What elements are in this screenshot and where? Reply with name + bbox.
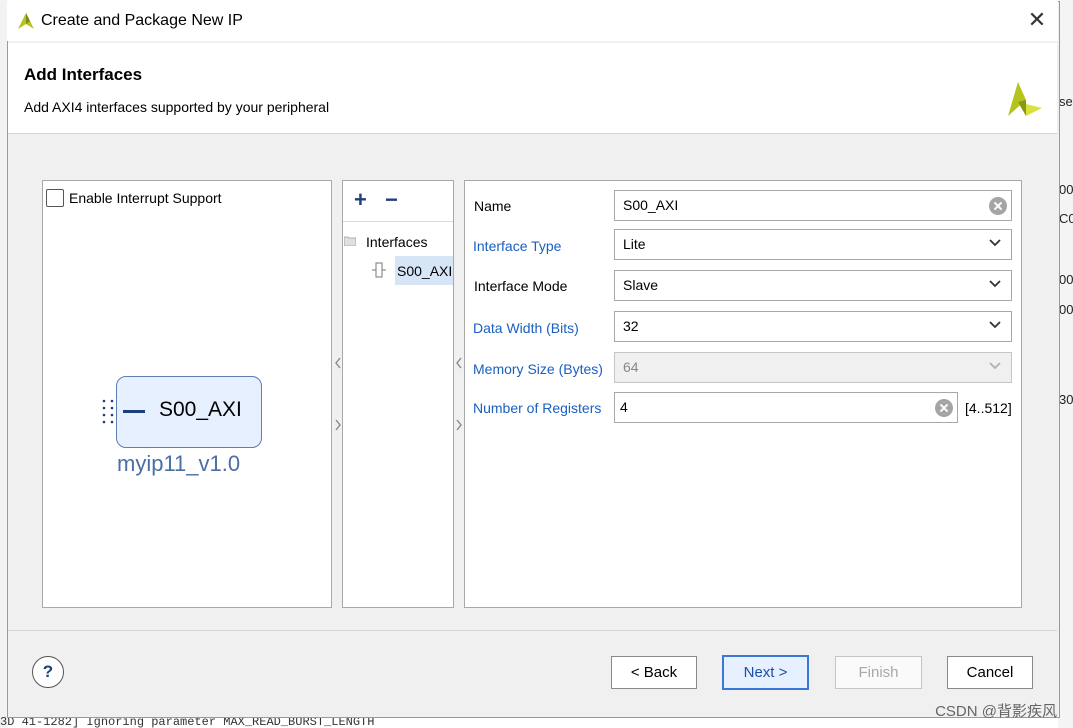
chevron-down-icon: [989, 239, 1001, 247]
ip-block-interface-name: S00_AXI: [159, 398, 242, 421]
page-subtitle: Add AXI4 interfaces supported by your pe…: [24, 99, 330, 115]
close-button[interactable]: ✕: [1024, 9, 1050, 32]
page-title: Add Interfaces: [24, 65, 143, 84]
bus-port-icon: [123, 410, 145, 413]
interface-mode-label: Interface Mode: [474, 278, 568, 294]
clear-icon[interactable]: [935, 399, 953, 417]
name-value: S00_AXI: [623, 197, 679, 213]
num-registers-label: Number of Registers: [473, 400, 602, 416]
collapse-left-icon[interactable]: [455, 357, 463, 369]
cancel-button[interactable]: Cancel: [947, 656, 1033, 689]
num-registers-value: 4: [620, 399, 628, 415]
num-registers-input[interactable]: 4: [614, 392, 958, 423]
memory-size-label: Memory Size (Bytes): [473, 361, 603, 377]
background-label: 00: [1059, 302, 1073, 317]
tree-item-interfaces[interactable]: Interfaces: [366, 234, 427, 250]
name-label: Name: [474, 198, 512, 214]
background-label: set: [1059, 94, 1073, 109]
chevron-down-icon: [989, 280, 1001, 288]
memory-size-value: 64: [623, 359, 639, 375]
enable-interrupt-label: Enable Interrupt Support: [69, 190, 222, 206]
memory-size-select: 64: [614, 352, 1012, 383]
num-registers-range: [4..512]: [965, 400, 1012, 416]
finish-button: Finish: [835, 656, 922, 689]
remove-interface-button[interactable]: −: [385, 189, 398, 211]
data-width-label: Data Width (Bits): [473, 320, 579, 336]
back-button[interactable]: < Back: [611, 656, 697, 689]
interface-type-select[interactable]: Lite: [614, 229, 1012, 260]
interface-mode-select[interactable]: Slave: [614, 270, 1012, 301]
chevron-down-icon: [989, 362, 1001, 370]
interface-port-dots-icon: [102, 399, 114, 424]
xilinx-logo-icon: [1008, 82, 1042, 116]
ip-version-label: myip11_v1.0: [117, 451, 241, 476]
clear-icon[interactable]: [989, 197, 1007, 215]
axi-interface-icon: [372, 262, 386, 278]
data-width-value: 32: [623, 318, 639, 334]
enable-interrupt-checkbox[interactable]: [46, 189, 64, 207]
data-width-select[interactable]: 32: [614, 311, 1012, 342]
watermark: CSDN @背影疾风: [935, 703, 1057, 720]
tree-item-s00-axi[interactable]: S00_AXI: [397, 263, 453, 279]
name-input[interactable]: S00_AXI: [614, 190, 1012, 221]
next-button[interactable]: Next >: [722, 655, 809, 690]
background-label: 30: [1059, 392, 1073, 407]
interface-mode-value: Slave: [623, 277, 659, 293]
chevron-down-icon: [989, 321, 1001, 329]
dialog-header: [8, 43, 1057, 134]
background-right-strip: [1058, 0, 1073, 728]
expand-right-icon[interactable]: [334, 419, 342, 431]
vivado-logo-icon: [18, 13, 34, 29]
help-button[interactable]: ?: [32, 656, 64, 688]
background-label: C0: [1059, 211, 1073, 226]
footer-separator: [8, 630, 1057, 631]
interface-type-value: Lite: [623, 236, 646, 252]
interface-type-label: Interface Type: [473, 238, 562, 254]
background-label: 00: [1059, 182, 1073, 197]
add-interface-button[interactable]: +: [354, 189, 367, 211]
dialog-title: Create and Package New IP: [41, 12, 243, 29]
expand-right-icon[interactable]: [455, 419, 463, 431]
collapse-left-icon[interactable]: [334, 357, 342, 369]
background-label: 00: [1059, 272, 1073, 287]
folder-icon: [344, 236, 356, 246]
